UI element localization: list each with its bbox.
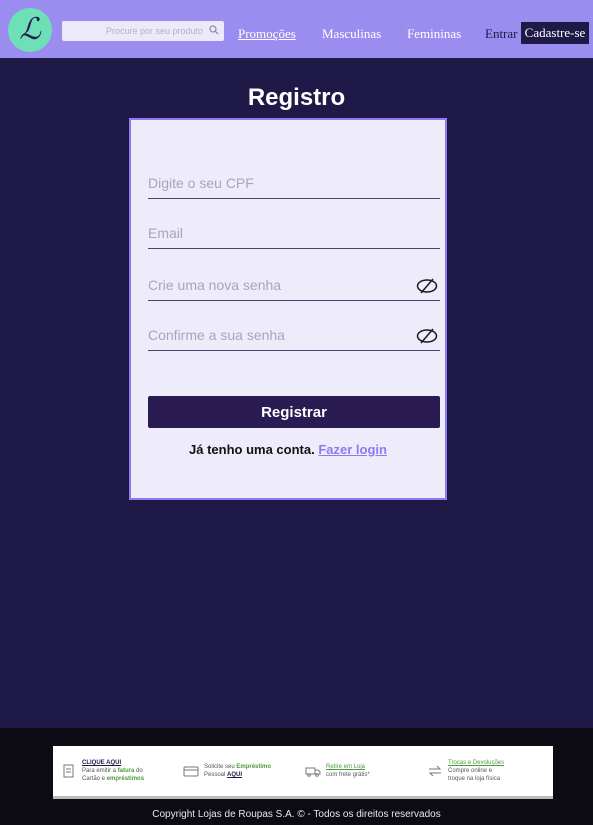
new-password-input[interactable] [148,271,440,299]
footer-item-retire-loja[interactable]: Retire em Loja com frete grátis* [305,763,423,779]
email-field [148,219,440,249]
confirm-password-field [148,321,440,351]
copyright-text: Copyright Lojas de Roupas S.A. © - Todos… [152,809,441,820]
footer-emprestimo-highlight: Empréstimo [236,763,272,770]
footer-trocas-text: Compre online e [448,767,493,774]
register-button[interactable]: Registrar [148,396,440,428]
eye-off-icon[interactable] [416,328,438,344]
footer-retire-link[interactable]: Retire em Loja [326,764,365,770]
login-prompt-row: Já tenho uma conta. Fazer login [131,442,445,457]
truck-icon [305,767,321,777]
cpf-field [148,169,440,199]
cpf-input[interactable] [148,169,440,197]
confirm-password-input[interactable] [148,321,440,349]
nav-link-femininas[interactable]: Femininas [407,26,461,42]
card-icon [183,766,199,777]
footer-fatura-highlight-2: empréstimos [106,776,145,783]
footer-emprestimo-link[interactable]: AQUI [227,772,242,778]
eye-off-icon[interactable] [416,278,438,294]
footer-emprestimo-text-2: Pessoal [204,772,226,778]
do-login-link[interactable]: Fazer login [318,442,387,457]
email-input[interactable] [148,219,440,247]
login-prompt-text: Já tenho uma conta. [189,442,315,457]
search-icon[interactable] [209,24,219,38]
exchange-icon [428,765,442,777]
footer-divider [53,796,553,799]
footer-emprestimo-text: Solicite seu [204,763,235,770]
document-icon [63,764,74,778]
top-navigation-bar: ℒ Promoções Masculinas Femininas Entrar … [0,0,593,58]
new-password-field [148,271,440,301]
footer-fatura-text-b: do [136,767,143,774]
footer-retire-text: com frete grátis* [326,772,370,778]
page-title: Registro [247,84,346,111]
logo-letter: ℒ [19,12,41,47]
search-box[interactable] [62,21,224,41]
footer: CLIQUE AQUI Para emitir a fatura do Cart… [0,728,593,825]
footer-fatura-highlight: fatura [117,767,135,774]
footer-fatura-text: Para emitir a [82,767,117,774]
nav-link-masculinas[interactable]: Masculinas [322,26,381,42]
search-input[interactable] [69,26,209,36]
footer-fatura-title[interactable]: CLIQUE AQUI [82,760,121,766]
footer-item-emprestimo[interactable]: Solicite seu Empréstimo Pessoal AQUI [183,763,301,779]
login-link[interactable]: Entrar [485,26,517,42]
footer-fatura-text-2: Cartão e [82,776,106,783]
registration-form: Registrar Já tenho uma conta. Fazer logi… [129,118,447,500]
footer-trocas-text-2: troque na loja física [448,776,501,783]
signup-button[interactable]: Cadastre-se [521,22,589,44]
footer-item-fatura[interactable]: CLIQUE AQUI Para emitir a fatura do Cart… [61,759,179,783]
nav-link-promocoes[interactable]: Promoções [238,26,296,42]
store-logo[interactable]: ℒ [8,8,52,52]
footer-item-trocas[interactable]: Trocas e Devoluções Compre online e troq… [427,759,545,783]
footer-info-bar: CLIQUE AQUI Para emitir a fatura do Cart… [53,746,553,796]
footer-trocas-link[interactable]: Trocas e Devoluções [448,760,504,766]
